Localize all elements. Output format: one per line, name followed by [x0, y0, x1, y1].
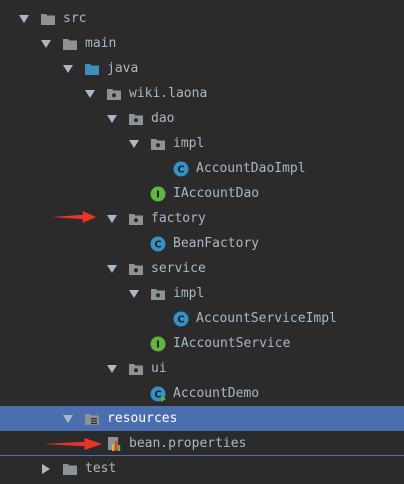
tree-node-account-dao-impl[interactable]: C AccountDaoImpl: [0, 156, 404, 181]
tree-node-java[interactable]: java: [0, 56, 404, 81]
tree-node-bean-factory[interactable]: C BeanFactory: [0, 231, 404, 256]
tree-node-label: BeanFactory: [173, 236, 260, 251]
expand-arrow-icon[interactable]: [106, 263, 118, 275]
expand-arrow-icon[interactable]: [128, 288, 140, 300]
tree-node-label: AccountDemo: [173, 386, 260, 401]
tree-node-account-service-impl[interactable]: C AccountServiceImpl: [0, 306, 404, 331]
tree-node-label: wiki.laona: [129, 86, 208, 101]
tree-node-dao-impl[interactable]: impl: [0, 131, 404, 156]
expand-arrow-icon[interactable]: [62, 63, 74, 75]
tree-node-label: resources: [107, 411, 178, 426]
package-icon: [106, 86, 122, 102]
tree-node-label: AccountServiceImpl: [196, 311, 337, 326]
svg-text:I: I: [156, 339, 160, 350]
tree-node-service[interactable]: service: [0, 256, 404, 281]
package-icon: [128, 211, 144, 227]
annotation-arrow-icon: [52, 210, 96, 224]
expand-arrow-icon[interactable]: [106, 113, 118, 125]
expand-arrow-icon[interactable]: [128, 138, 140, 150]
tree-node-iaccount-dao[interactable]: I IAccountDao: [0, 181, 404, 206]
tree-node-dao[interactable]: dao: [0, 106, 404, 131]
tree-node-test[interactable]: test: [0, 456, 404, 481]
resources-folder-icon: [84, 411, 100, 427]
package-icon: [128, 261, 144, 277]
runnable-class-icon: C: [150, 386, 166, 402]
tree-node-src[interactable]: src: [0, 6, 404, 31]
annotation-arrow-icon: [44, 437, 102, 451]
expand-arrow-icon[interactable]: [18, 13, 30, 25]
tree-node-label: main: [85, 36, 117, 51]
expand-arrow-icon[interactable]: [40, 38, 52, 50]
class-icon: C: [173, 311, 189, 327]
package-icon: [150, 136, 166, 152]
class-icon: C: [150, 236, 166, 252]
tree-node-label: ui: [151, 361, 167, 376]
tree-node-label: AccountDaoImpl: [196, 161, 306, 176]
tree-node-label: service: [151, 261, 206, 276]
svg-text:C: C: [154, 239, 161, 250]
folder-icon: [40, 11, 56, 27]
tree-node-account-demo[interactable]: C AccountDemo: [0, 381, 404, 406]
expand-arrow-icon[interactable]: [62, 413, 74, 425]
interface-icon: I: [150, 186, 166, 202]
package-icon: [150, 286, 166, 302]
folder-icon: [62, 36, 78, 52]
expand-arrow-icon[interactable]: [106, 363, 118, 375]
tree-node-label: test: [85, 461, 117, 476]
tree-node-label: src: [63, 11, 87, 26]
expand-arrow-icon[interactable]: [84, 88, 96, 100]
tree-node-label: IAccountDao: [173, 186, 260, 201]
svg-text:C: C: [177, 164, 184, 175]
tree-node-resources[interactable]: resources: [0, 406, 404, 431]
tree-node-label: impl: [173, 136, 205, 151]
tree-node-label: bean.properties: [129, 436, 247, 451]
package-icon: [128, 361, 144, 377]
tree-node-label: dao: [151, 111, 175, 126]
tree-node-label: java: [107, 61, 139, 76]
tree-node-iaccount-service[interactable]: I IAccountService: [0, 331, 404, 356]
folder-icon: [62, 461, 78, 477]
svg-text:C: C: [177, 314, 184, 325]
svg-text:C: C: [154, 389, 161, 400]
collapse-arrow-icon[interactable]: [40, 463, 52, 475]
tree-node-package-wiki-laona[interactable]: wiki.laona: [0, 81, 404, 106]
source-folder-icon: [84, 61, 100, 77]
tree-node-label: factory: [151, 211, 206, 226]
expand-arrow-icon[interactable]: [106, 213, 118, 225]
tree-node-label: IAccountService: [173, 336, 291, 351]
svg-text:I: I: [156, 189, 160, 200]
class-icon: C: [173, 161, 189, 177]
tree-node-label: impl: [173, 286, 205, 301]
tree-node-ui[interactable]: ui: [0, 356, 404, 381]
properties-file-icon: [106, 436, 122, 452]
tree-node-main[interactable]: main: [0, 31, 404, 56]
package-icon: [128, 111, 144, 127]
interface-icon: I: [150, 336, 166, 352]
project-tree: src main java wiki.laona dao impl C Acco…: [0, 6, 404, 481]
tree-node-service-impl[interactable]: impl: [0, 281, 404, 306]
